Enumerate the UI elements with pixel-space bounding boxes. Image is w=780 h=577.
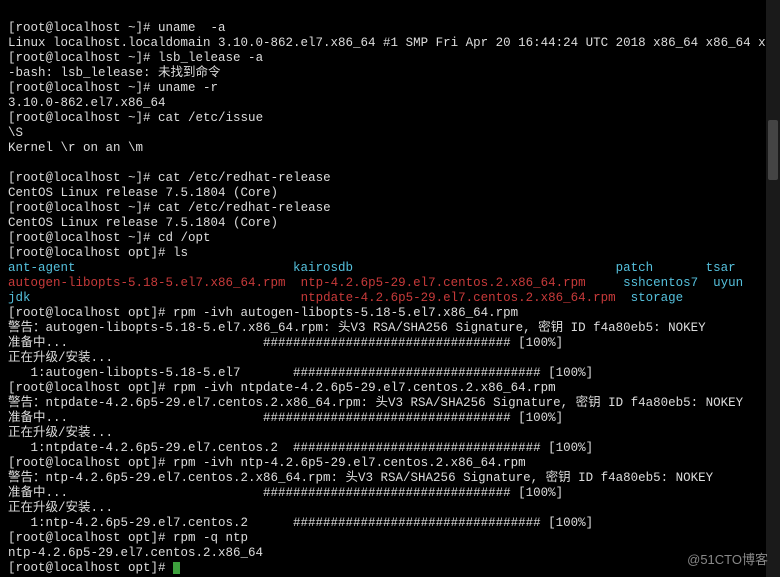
ls-dir: uyun	[713, 276, 743, 290]
output: 正在升级/安装...	[8, 426, 113, 440]
output: 1:autogen-libopts-5.18-5.el7 ###########…	[8, 366, 593, 380]
output: 准备中... #################################…	[8, 411, 563, 425]
prompt: [root@localhost opt]#	[8, 561, 166, 575]
output: 警告：ntpdate-4.2.6p5-29.el7.centos.2.x86_6…	[8, 396, 743, 410]
ls-dir: patch	[616, 261, 706, 275]
output: \S	[8, 126, 23, 140]
ls-dir: storage	[631, 291, 684, 305]
prompt: [root@localhost ~]#	[8, 51, 151, 65]
prompt: [root@localhost ~]#	[8, 111, 151, 125]
output: 1:ntp-4.2.6p5-29.el7.centos.2 ##########…	[8, 516, 593, 530]
prompt: [root@localhost ~]#	[8, 231, 151, 245]
scrollbar[interactable]	[766, 0, 780, 577]
prompt: [root@localhost ~]#	[8, 21, 151, 35]
output: 1:ntpdate-4.2.6p5-29.el7.centos.2 ######…	[8, 441, 593, 455]
watermark: @51CTO博客	[687, 552, 768, 567]
output: 准备中... #################################…	[8, 486, 563, 500]
ls-file: ntpdate-4.2.6p5-29.el7.centos.2.x86_64.r…	[301, 291, 631, 305]
ls-file: autogen-libopts-5.18-5.el7.x86_64.rpm	[8, 276, 301, 290]
prompt: [root@localhost opt]#	[8, 456, 166, 470]
output: 正在升级/安装...	[8, 501, 113, 515]
cmd: cat /etc/redhat-release	[158, 201, 331, 215]
cmd: uname -r	[158, 81, 218, 95]
output: 准备中... #################################…	[8, 336, 563, 350]
prompt: [root@localhost opt]#	[8, 381, 166, 395]
ls-file: ntp-4.2.6p5-29.el7.centos.2.x86_64.rpm	[301, 276, 624, 290]
prompt: [root@localhost ~]#	[8, 81, 151, 95]
output: 警告：autogen-libopts-5.18-5.el7.x86_64.rpm…	[8, 321, 706, 335]
cursor[interactable]	[173, 562, 180, 574]
ls-dir: tsar	[706, 261, 736, 275]
output: 正在升级/安装...	[8, 351, 113, 365]
output: ntp-4.2.6p5-29.el7.centos.2.x86_64	[8, 546, 263, 560]
output: 警告：ntp-4.2.6p5-29.el7.centos.2.x86_64.rp…	[8, 471, 713, 485]
output: Kernel \r on an \m	[8, 141, 143, 155]
prompt: [root@localhost opt]#	[8, 531, 166, 545]
ls-dir: kairosdb	[293, 261, 616, 275]
output: Linux localhost.localdomain 3.10.0-862.e…	[8, 36, 780, 50]
output: -bash: lsb_lelease: 未找到命令	[8, 66, 221, 80]
cmd: rpm -q ntp	[173, 531, 248, 545]
cmd: cd /opt	[158, 231, 211, 245]
cmd: rpm -ivh ntpdate-4.2.6p5-29.el7.centos.2…	[173, 381, 556, 395]
output: CentOS Linux release 7.5.1804 (Core)	[8, 186, 278, 200]
prompt: [root@localhost ~]#	[8, 201, 151, 215]
cmd: ls	[173, 246, 188, 260]
output: CentOS Linux release 7.5.1804 (Core)	[8, 216, 278, 230]
ls-dir: ant-agent	[8, 261, 293, 275]
ls-dir: jdk	[8, 291, 301, 305]
prompt: [root@localhost opt]#	[8, 306, 166, 320]
ls-dir: sshcentos7	[623, 276, 713, 290]
terminal[interactable]: [root@localhost ~]# uname -a Linux local…	[0, 0, 780, 577]
cmd: rpm -ivh autogen-libopts-5.18-5.el7.x86_…	[173, 306, 518, 320]
cmd: lsb_lelease -a	[158, 51, 263, 65]
prompt: [root@localhost ~]#	[8, 171, 151, 185]
output: 3.10.0-862.el7.x86_64	[8, 96, 166, 110]
prompt: [root@localhost opt]#	[8, 246, 166, 260]
cmd: rpm -ivh ntp-4.2.6p5-29.el7.centos.2.x86…	[173, 456, 526, 470]
cmd: cat /etc/issue	[158, 111, 263, 125]
scrollbar-thumb[interactable]	[768, 120, 778, 180]
cmd: uname -a	[158, 21, 226, 35]
cmd: cat /etc/redhat-release	[158, 171, 331, 185]
